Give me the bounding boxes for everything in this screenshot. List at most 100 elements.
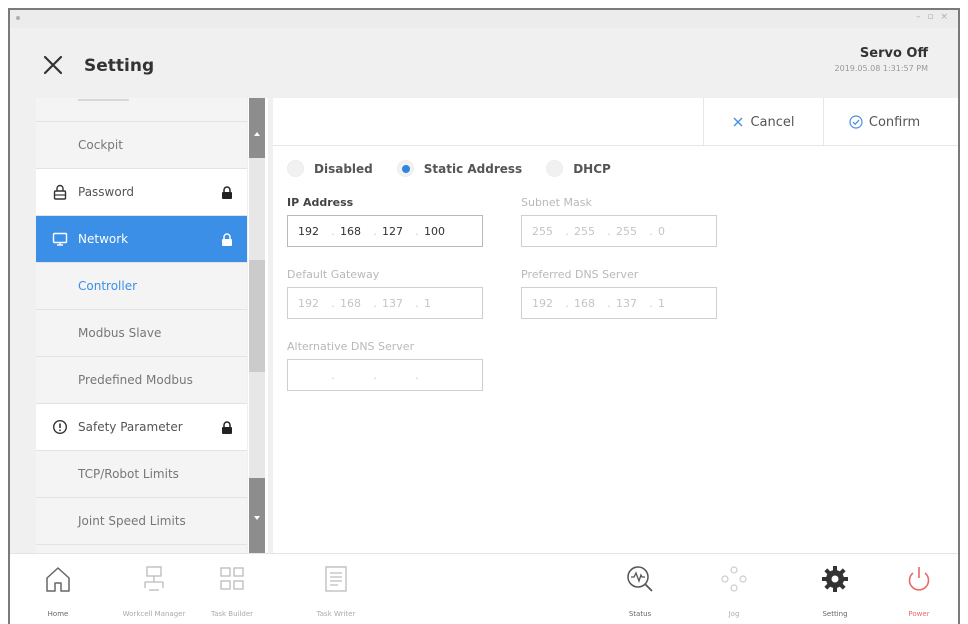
nav-status[interactable]: Status xyxy=(602,554,678,624)
ip-octet[interactable]: 168 xyxy=(340,297,368,310)
lock-icon xyxy=(222,233,232,246)
ip-octet[interactable]: 192 xyxy=(532,297,560,310)
ip-octet[interactable]: 192 xyxy=(298,225,326,238)
sidebar-item-joint-speed-limits[interactable]: Joint Speed Limits xyxy=(36,498,247,545)
window-titlebar: – ▫ × xyxy=(10,10,958,28)
nav-home[interactable]: Home xyxy=(20,554,96,624)
sidebar-item-network[interactable]: Network xyxy=(36,216,247,263)
network-mode-radio-group: Disabled Static Address DHCP xyxy=(287,160,635,177)
close-icon[interactable] xyxy=(40,52,66,78)
radio-static-address[interactable]: Static Address xyxy=(396,160,523,177)
radio-label: Static Address xyxy=(423,161,523,176)
sidebar-item-predefined-modbus[interactable]: Predefined Modbus xyxy=(36,357,247,404)
window-dot-icon xyxy=(16,16,20,20)
preferred-dns-field: Preferred DNS Server 192. 168. 137. 1 xyxy=(521,268,717,319)
scroll-down-button[interactable] xyxy=(249,478,265,553)
check-circle-icon xyxy=(849,115,863,129)
nav-power[interactable]: Power xyxy=(881,554,957,624)
power-icon xyxy=(908,567,930,591)
nav-setting[interactable]: Setting xyxy=(797,554,873,624)
subnet-mask-field: Subnet Mask 255. 255. 255. 0 xyxy=(521,196,717,247)
ip-address-input[interactable]: 192. 168. 127. 100 xyxy=(287,215,483,247)
chevron-down-icon xyxy=(254,516,260,520)
nav-label: Workcell Manager xyxy=(122,610,186,618)
ip-octet[interactable]: 127 xyxy=(382,225,410,238)
scrollbar-thumb[interactable] xyxy=(249,260,265,372)
nav-task-builder[interactable]: Task Builder xyxy=(194,554,270,624)
subnet-mask-input[interactable]: 255. 255. 255. 0 xyxy=(521,215,717,247)
alternative-dns-input[interactable]: . . . xyxy=(287,359,483,391)
sidebar-item-label: Network xyxy=(78,232,129,246)
default-gateway-field: Default Gateway 192. 168. 137. 1 xyxy=(287,268,483,319)
action-bar: Cancel Confirm xyxy=(273,98,958,146)
sidebar-item-label: TCP/Robot Limits xyxy=(78,467,179,481)
workcell-icon xyxy=(144,566,164,591)
home-icon xyxy=(46,567,70,592)
ip-octet[interactable]: 100 xyxy=(424,225,452,238)
ip-octet[interactable]: 137 xyxy=(616,297,644,310)
radio-circle-icon xyxy=(287,160,304,177)
preferred-dns-input[interactable]: 192. 168. 137. 1 xyxy=(521,287,717,319)
ip-octet[interactable]: 168 xyxy=(574,297,602,310)
nav-label: Status xyxy=(628,610,652,618)
lock-icon xyxy=(222,186,232,199)
alternative-dns-field: Alternative DNS Server . . . xyxy=(287,340,483,391)
ip-address-field: IP Address 192. 168. 127. 100 xyxy=(287,196,483,247)
sidebar-item-label: Safety Parameter xyxy=(78,420,183,434)
sidebar-item-label: Password xyxy=(78,185,135,199)
default-gateway-label: Default Gateway xyxy=(287,268,380,281)
sidebar-item-password[interactable]: Password xyxy=(36,169,247,216)
sidebar-item-partial[interactable]: ─────── xyxy=(36,98,247,122)
nav-label: Jog xyxy=(728,610,740,618)
sidebar-item-label: Cockpit xyxy=(78,138,123,152)
gear-icon xyxy=(822,566,848,592)
confirm-label: Confirm xyxy=(868,114,921,130)
ip-octet[interactable]: 0 xyxy=(658,225,686,238)
ip-octet[interactable]: 1 xyxy=(658,297,686,310)
ip-octet[interactable]: 137 xyxy=(382,297,410,310)
subnet-mask-label: Subnet Mask xyxy=(521,196,592,209)
app-window: – ▫ × Setting Servo Off 2019.05.08 1:31:… xyxy=(8,8,960,624)
sidebar-item-tcp-robot-limits[interactable]: TCP/Robot Limits xyxy=(36,451,247,498)
sidebar-item-label: Modbus Slave xyxy=(78,326,162,340)
jog-icon xyxy=(721,566,747,592)
page-title: Setting xyxy=(84,56,155,76)
window-controls-icon[interactable]: – ▫ × xyxy=(916,12,950,22)
ip-octet[interactable]: 255 xyxy=(574,225,602,238)
sidebar-item-safety-parameter[interactable]: Safety Parameter xyxy=(36,404,247,451)
task-builder-icon xyxy=(220,567,244,590)
ip-octet[interactable]: 255 xyxy=(532,225,560,238)
sidebar-item-label: Predefined Modbus xyxy=(78,373,193,387)
servo-state-label: Servo Off xyxy=(859,46,928,61)
radio-selected-icon xyxy=(396,160,414,177)
timestamp: 2019.05.08 1:31:57 PM xyxy=(834,64,928,73)
confirm-button[interactable]: Confirm xyxy=(824,98,945,146)
chevron-up-icon xyxy=(254,132,260,136)
ip-octet[interactable]: 255 xyxy=(616,225,644,238)
task-writer-icon xyxy=(325,566,347,592)
nav-label: Task Builder xyxy=(210,610,254,618)
scroll-up-button[interactable] xyxy=(249,98,265,158)
sidebar-item-label: Controller xyxy=(78,279,138,293)
default-gateway-input[interactable]: 192. 168. 137. 1 xyxy=(287,287,483,319)
sidebar-item-controller[interactable]: Controller xyxy=(36,263,247,310)
settings-sidebar: ─────── Cockpit Password Network Control… xyxy=(36,98,247,553)
ip-octet[interactable]: 168 xyxy=(340,225,368,238)
ip-octet[interactable]: 192 xyxy=(298,297,326,310)
radio-disabled[interactable]: Disabled xyxy=(287,160,373,177)
cancel-button[interactable]: Cancel xyxy=(703,98,824,146)
nav-jog[interactable]: Jog xyxy=(696,554,772,624)
nav-label: Home xyxy=(47,610,69,618)
sidebar-item-cockpit[interactable]: Cockpit xyxy=(36,122,247,169)
status-icon xyxy=(627,566,653,592)
servo-status: Servo Off 2019.05.08 1:31:57 PM xyxy=(835,46,928,73)
ip-octet[interactable]: 1 xyxy=(424,297,452,310)
nav-workcell-manager[interactable]: Workcell Manager xyxy=(116,554,192,624)
nav-task-writer[interactable]: Task Writer xyxy=(298,554,374,624)
sidebar-scrollbar[interactable] xyxy=(248,98,268,553)
radio-dhcp[interactable]: DHCP xyxy=(546,160,611,177)
radio-circle-icon xyxy=(546,160,564,177)
header-bar: Setting Servo Off 2019.05.08 1:31:57 PM xyxy=(10,28,958,98)
sidebar-item-modbus-slave[interactable]: Modbus Slave xyxy=(36,310,247,357)
radio-label: Disabled xyxy=(314,161,373,176)
